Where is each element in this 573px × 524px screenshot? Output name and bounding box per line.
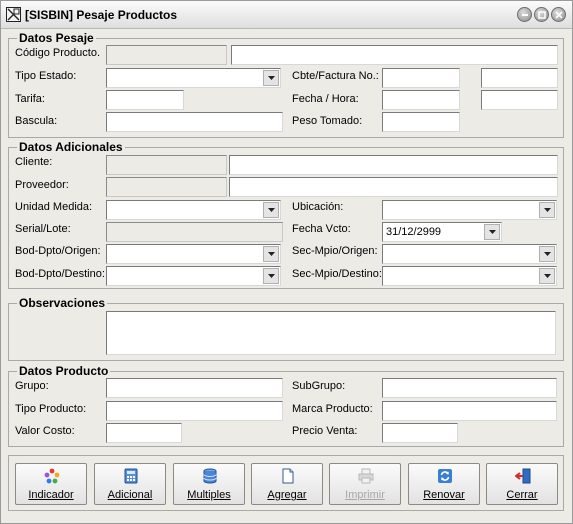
agregar-button[interactable]: Agregar — [251, 463, 323, 505]
bod-origen-label: Bod-Dpto/Origen: — [15, 245, 101, 257]
cbte-factura-label: Cbte/Factura No.: — [292, 70, 379, 82]
proveedor-codigo-field[interactable] — [106, 177, 227, 197]
fecha-vcto-label: Fecha Vcto: — [292, 223, 351, 235]
multiples-button[interactable]: Multiples — [173, 463, 245, 505]
datos-pesaje-title: Datos Pesaje — [17, 31, 96, 45]
chevron-down-icon[interactable] — [263, 268, 279, 284]
renovar-button[interactable]: Renovar — [408, 463, 480, 505]
tarifa-label: Tarifa: — [15, 93, 45, 105]
exit-door-icon — [515, 468, 531, 484]
serial-lote-label: Serial/Lote: — [15, 223, 71, 235]
adicional-button[interactable]: Adicional — [94, 463, 166, 505]
producto-descripcion-field[interactable] — [231, 45, 558, 65]
blank-page-icon — [282, 468, 294, 484]
refresh-icon — [438, 469, 452, 483]
cerrar-label: Cerrar — [506, 489, 538, 501]
cliente-nombre-field[interactable] — [229, 155, 558, 175]
bod-destino-select[interactable] — [106, 266, 281, 286]
unidad-medida-select[interactable] — [106, 200, 281, 220]
proveedor-nombre-field[interactable] — [229, 177, 558, 197]
indicador-label: Indicador — [28, 489, 74, 501]
marca-producto-label: Marca Producto: — [292, 403, 373, 415]
datos-adicionales-title: Datos Adicionales — [17, 140, 125, 154]
unidad-medida-label: Unidad Medida: — [15, 201, 93, 213]
grupo-field[interactable] — [106, 378, 283, 398]
cerrar-button[interactable]: Cerrar — [486, 463, 558, 505]
peso-tomado-label: Peso Tomado: — [292, 115, 363, 127]
grupo-label: Grupo: — [15, 380, 49, 392]
printer-icon — [358, 468, 374, 484]
sec-origen-label: Sec-Mpio/Origen: — [292, 245, 378, 257]
subgrupo-field[interactable] — [382, 378, 557, 398]
multiples-label: Multiples — [187, 489, 231, 501]
marca-producto-field[interactable] — [382, 401, 557, 421]
tipo-producto-label: Tipo Producto: — [15, 403, 87, 415]
app-icon — [6, 7, 21, 22]
chevron-down-icon[interactable] — [263, 246, 279, 262]
cliente-codigo-field[interactable] — [106, 155, 227, 175]
sec-origen-select[interactable] — [382, 244, 557, 264]
subgrupo-label: SubGrupo: — [292, 380, 346, 392]
cliente-label: Cliente: — [15, 156, 53, 168]
bascula-field[interactable] — [106, 112, 283, 132]
renovar-label: Renovar — [423, 489, 465, 501]
fecha-vcto-value: 31/12/2999 — [386, 226, 442, 238]
valor-costo-field[interactable] — [106, 423, 182, 443]
peso-tomado-field[interactable] — [382, 112, 460, 132]
fecha-field[interactable] — [382, 90, 460, 110]
observaciones-textarea[interactable] — [106, 311, 556, 355]
chevron-down-icon[interactable] — [539, 202, 555, 218]
chevron-down-icon[interactable] — [539, 268, 555, 284]
bascula-label: Bascula: — [15, 115, 58, 127]
maximize-button[interactable] — [534, 7, 549, 22]
codigo-producto-label: Código Producto. — [15, 47, 100, 59]
tarifa-field[interactable] — [106, 90, 184, 110]
codigo-producto-field[interactable] — [106, 45, 227, 65]
precio-venta-label: Precio Venta: — [292, 425, 358, 437]
tipo-estado-label: Tipo Estado: — [15, 70, 77, 82]
sec-destino-label: Sec-Mpio/Destino: — [292, 268, 382, 280]
serial-lote-field[interactable] — [106, 222, 283, 242]
window-title: [SISBIN] Pesaje Productos — [25, 8, 178, 22]
colored-dots-icon — [44, 468, 60, 484]
tipo-producto-field[interactable] — [106, 401, 283, 421]
chevron-down-icon[interactable] — [484, 224, 500, 240]
hora-field[interactable] — [481, 90, 558, 110]
calculator-icon — [124, 468, 138, 484]
minimize-button[interactable] — [517, 7, 532, 22]
chevron-down-icon[interactable] — [263, 202, 279, 218]
bod-destino-label: Bod-Dpto/Destino: — [15, 268, 105, 280]
fecha-hora-label: Fecha / Hora: — [292, 93, 359, 105]
ubicacion-select[interactable] — [382, 200, 557, 220]
observaciones-title: Observaciones — [17, 296, 108, 310]
cbte-factura-field[interactable] — [382, 68, 460, 88]
cbte-factura-field-2[interactable] — [481, 68, 558, 88]
valor-costo-label: Valor Costo: — [15, 425, 75, 437]
chevron-down-icon[interactable] — [539, 246, 555, 262]
imprimir-button[interactable]: Imprimir — [329, 463, 401, 505]
tipo-estado-select[interactable] — [106, 68, 281, 88]
sec-destino-select[interactable] — [382, 266, 557, 286]
fecha-vcto-picker[interactable]: 31/12/2999 — [382, 222, 502, 242]
precio-venta-field[interactable] — [382, 423, 458, 443]
window: [SISBIN] Pesaje Productos Datos Pesaje C… — [0, 0, 573, 524]
imprimir-label: Imprimir — [345, 489, 385, 501]
indicador-button[interactable]: Indicador — [15, 463, 87, 505]
proveedor-label: Proveedor: — [15, 179, 69, 191]
chevron-down-icon[interactable] — [263, 70, 279, 86]
title-bar: [SISBIN] Pesaje Productos — [1, 1, 572, 29]
bod-origen-select[interactable] — [106, 244, 281, 264]
database-icon — [203, 468, 217, 484]
close-button[interactable] — [551, 7, 566, 22]
datos-producto-title: Datos Producto — [17, 364, 111, 378]
ubicacion-label: Ubicación: — [292, 201, 344, 213]
agregar-label: Agregar — [267, 489, 307, 501]
adicional-label: Adicional — [107, 489, 153, 501]
